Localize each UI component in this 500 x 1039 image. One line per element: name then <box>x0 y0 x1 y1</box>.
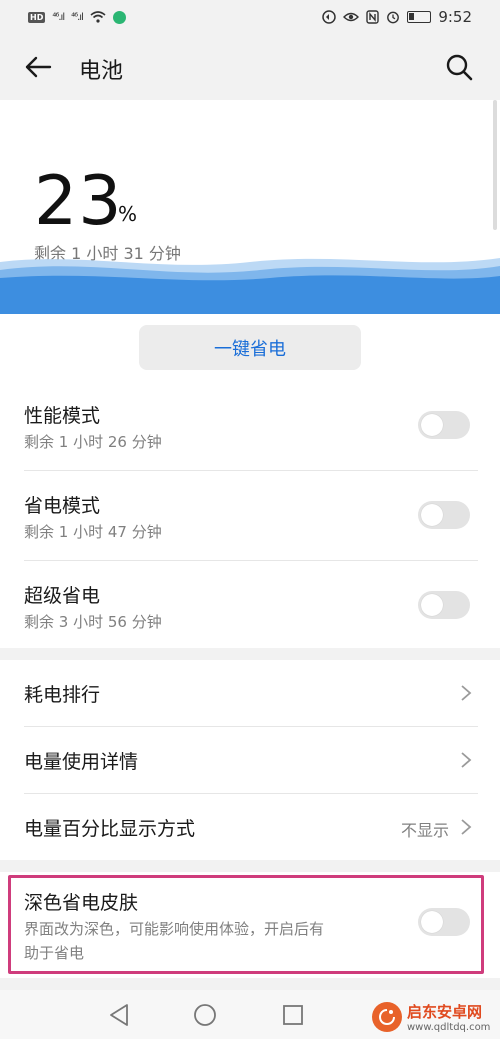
row-title: 电量使用详情 <box>24 751 139 773</box>
dark-skin-toggle[interactable] <box>418 908 470 936</box>
search-button[interactable] <box>442 50 476 84</box>
hd-badge: HD <box>28 11 46 23</box>
toggle-knob <box>421 594 443 616</box>
nav-home-button[interactable] <box>192 1002 218 1028</box>
eye-comfort-icon <box>343 12 360 22</box>
row-title: 耗电排行 <box>24 684 101 706</box>
usage-details-row[interactable]: 电量使用详情 <box>0 727 500 793</box>
chevron-right-icon <box>459 683 473 703</box>
toggle-knob <box>421 504 443 526</box>
battery-percent: 23 <box>34 162 123 241</box>
back-button[interactable] <box>22 51 54 83</box>
mode-title: 超级省电 <box>24 585 101 607</box>
nfc-icon <box>366 10 380 24</box>
mode-row-performance[interactable]: 性能模式 剩余 1 小时 26 分钟 <box>0 394 500 472</box>
dark-skin-panel: 深色省电皮肤 界面改为深色，可能影响使用体验，开启后有 助于省电 <box>0 872 500 978</box>
percentage-display-value: 不显示 <box>401 821 450 840</box>
status-left: HD ⁴⁶.ıl ⁴⁶.ıl <box>28 10 126 24</box>
app-notification-icon <box>112 10 126 24</box>
power-ranking-row[interactable]: 耗电排行 <box>0 660 500 726</box>
performance-mode-toggle[interactable] <box>418 411 470 439</box>
arrow-left-icon <box>25 56 52 78</box>
dark-skin-description-line2: 助于省电 <box>24 944 85 962</box>
dark-skin-description-line1: 界面改为深色，可能影响使用体验，开启后有 <box>24 920 325 938</box>
row-title: 深色省电皮肤 <box>24 892 139 914</box>
mode-row-ultra-saving[interactable]: 超级省电 剩余 3 小时 56 分钟 <box>0 574 500 652</box>
alarm-icon <box>387 11 400 24</box>
watermark-name: 启东安卓网 <box>407 1003 483 1021</box>
mode-subtitle: 剩余 1 小时 47 分钟 <box>24 523 162 541</box>
one-key-save-button[interactable]: 一键省电 <box>139 325 361 370</box>
mode-subtitle: 剩余 3 小时 56 分钟 <box>24 613 162 631</box>
page-title: 电池 <box>79 59 124 84</box>
power-modes-panel: 一键省电 性能模式 剩余 1 小时 26 分钟 省电模式 剩余 1 小时 47 … <box>0 314 500 648</box>
row-title: 电量百分比显示方式 <box>24 818 196 840</box>
battery-hero: 23 % 剩余 1 小时 31 分钟 <box>0 100 500 314</box>
power-saving-mode-toggle[interactable] <box>418 501 470 529</box>
watermark: 启东安卓网 www.qdltdq.com <box>372 998 490 1036</box>
data-saver-icon <box>322 10 337 24</box>
wifi-icon <box>90 11 106 23</box>
nav-back-button[interactable] <box>106 1002 132 1028</box>
chevron-right-icon <box>459 750 473 770</box>
ultra-saving-mode-toggle[interactable] <box>418 591 470 619</box>
app-header: 电池 <box>0 34 500 100</box>
percentage-display-row[interactable]: 电量百分比显示方式 不显示 <box>0 794 500 860</box>
nav-recents-button[interactable] <box>280 1002 306 1028</box>
square-recents-icon <box>283 1005 303 1025</box>
mode-subtitle: 剩余 1 小时 26 分钟 <box>24 433 162 451</box>
toggle-knob <box>421 414 443 436</box>
triangle-back-icon <box>110 1004 128 1026</box>
battery-links-panel: 耗电排行 电量使用详情 电量百分比显示方式 不显示 <box>0 660 500 860</box>
circle-home-icon <box>194 1004 216 1026</box>
status-bar: HD ⁴⁶.ıl ⁴⁶.ıl 9:52 <box>0 0 500 34</box>
signal-icon-2: ⁴⁶.ıl <box>71 11 84 23</box>
search-icon <box>446 54 473 81</box>
chevron-right-icon <box>459 817 473 837</box>
divider <box>24 560 478 561</box>
divider <box>24 470 478 471</box>
dark-skin-row[interactable]: 深色省电皮肤 界面改为深色，可能影响使用体验，开启后有 助于省电 <box>0 872 500 978</box>
status-time: 9:52 <box>438 8 472 26</box>
mode-row-power-saving[interactable]: 省电模式 剩余 1 小时 47 分钟 <box>0 484 500 562</box>
watermark-text: 启东安卓网 www.qdltdq.com <box>407 1001 490 1033</box>
battery-percent-unit: % <box>118 202 138 226</box>
mode-title: 性能模式 <box>24 405 101 427</box>
toggle-knob <box>421 911 443 933</box>
status-right: 9:52 <box>322 8 472 26</box>
scrollbar[interactable] <box>493 100 497 230</box>
watermark-logo-icon <box>372 1002 402 1032</box>
watermark-url: www.qdltdq.com <box>407 1022 491 1033</box>
battery-status-icon <box>407 11 432 23</box>
signal-icon-1: ⁴⁶.ıl <box>52 11 65 23</box>
mode-title: 省电模式 <box>24 495 101 517</box>
battery-level-wave <box>0 258 500 314</box>
